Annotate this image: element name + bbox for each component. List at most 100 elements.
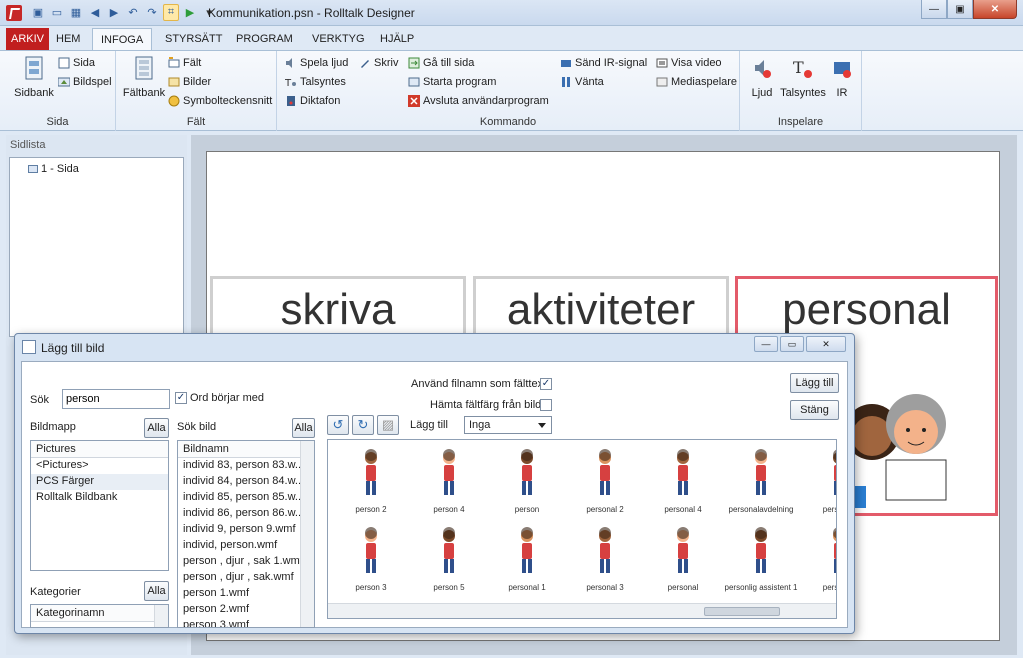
gallery-item[interactable]: personlig assistent 1 bbox=[722, 526, 800, 596]
ord-borjar-med-checkbox[interactable]: ✓ bbox=[175, 392, 187, 404]
list-item[interactable]: person 1.wmf bbox=[178, 586, 314, 602]
tab-infoga[interactable]: INFOGA bbox=[92, 28, 153, 50]
tab-verktyg[interactable]: VERKTYG bbox=[304, 28, 373, 50]
pictogram-image bbox=[599, 527, 611, 573]
ga-till-sida-button[interactable]: Gå till sida bbox=[408, 54, 474, 72]
window-title: Kommunikation.psn - Rolltalk Designer bbox=[208, 6, 415, 20]
falt-button[interactable]: Fält bbox=[168, 54, 201, 72]
starta-program-button[interactable]: Starta program bbox=[408, 73, 496, 91]
list-item[interactable]: individ 84, person 84.w... bbox=[178, 474, 314, 490]
tab-styrsatt[interactable]: STYRSÄTT bbox=[157, 28, 230, 50]
close-button[interactable]: ✕ bbox=[973, 0, 1017, 19]
kategorier-scrollbar[interactable] bbox=[154, 605, 168, 627]
dialog-close-button[interactable]: ✕ bbox=[806, 336, 846, 352]
gallery-scrollbar[interactable] bbox=[328, 603, 836, 618]
list-item[interactable]: Rolltalk Bildbank bbox=[31, 490, 168, 506]
rolltalk-logo-icon[interactable] bbox=[6, 5, 22, 21]
search-input[interactable] bbox=[62, 389, 170, 409]
lagg-till-select[interactable]: Inga bbox=[464, 416, 552, 434]
talsyntes-button[interactable]: T Talsyntes bbox=[285, 73, 346, 91]
faltbank-button[interactable]: Fältbank bbox=[120, 55, 168, 99]
diktafon-button[interactable]: Diktafon bbox=[285, 92, 340, 110]
avsluta-anvandarprogram-button[interactable]: Avsluta användarprogram bbox=[408, 92, 549, 110]
hamta-faltfarg-label: Hämta fältfärg från bild bbox=[430, 399, 542, 411]
rotate-right-icon[interactable]: ↻ bbox=[352, 415, 374, 435]
layout-icon[interactable]: ▦ bbox=[68, 4, 84, 21]
gallery-item[interactable]: personal 1 bbox=[488, 526, 566, 596]
save-icon[interactable]: ▣ bbox=[30, 4, 46, 21]
play-icon[interactable]: ▶ bbox=[182, 4, 198, 21]
gallery-item[interactable]: person 4 bbox=[410, 448, 488, 518]
minimize-button[interactable]: — bbox=[921, 0, 947, 19]
list-item[interactable]: person 2.wmf bbox=[178, 602, 314, 618]
spela-ljud-button[interactable]: Spela ljud bbox=[285, 54, 348, 72]
sidlist-item-page[interactable]: 1 - Sida bbox=[28, 163, 79, 175]
forward-icon[interactable]: ▶ bbox=[106, 4, 122, 21]
gallery-item[interactable]: personal 2 bbox=[566, 448, 644, 518]
gallery-scroll-thumb[interactable] bbox=[704, 607, 780, 616]
undo-icon[interactable]: ↶ bbox=[125, 4, 141, 21]
sidbank-button[interactable]: Sidbank bbox=[10, 55, 58, 99]
gallery-item[interactable]: person 3 bbox=[332, 526, 410, 596]
rotate-left-icon[interactable]: ↺ bbox=[327, 415, 349, 435]
gallery-item[interactable]: personal 3 bbox=[566, 526, 644, 596]
gallery-item[interactable]: personal 4 bbox=[644, 448, 722, 518]
sand-ir-signal-button[interactable]: Sänd IR-signal bbox=[560, 54, 647, 72]
kategorier-alla-button[interactable]: Alla bbox=[144, 581, 169, 601]
maximize-button[interactable]: ▣ bbox=[947, 0, 973, 19]
tab-program[interactable]: PROGRAM bbox=[228, 28, 301, 50]
list-item[interactable]: individ 83, person 83.w... bbox=[178, 458, 314, 474]
gallery-item[interactable]: personal bbox=[644, 526, 722, 596]
vanta-button[interactable]: Vänta bbox=[560, 73, 604, 91]
gallery-item[interactable]: personlig bbox=[800, 526, 836, 596]
media-player-icon bbox=[656, 77, 668, 87]
gallery-caption: person 5 bbox=[433, 583, 465, 592]
talsyntes-record-button[interactable]: T Talsyntes bbox=[778, 55, 828, 99]
anvand-filnamn-checkbox[interactable]: ✓ bbox=[540, 378, 552, 390]
hamta-faltfarg-checkbox[interactable] bbox=[540, 399, 552, 411]
gallery-caption: personal 3 bbox=[586, 583, 624, 592]
bildmapp-alla-button[interactable]: Alla bbox=[144, 418, 169, 438]
dialog-maximize-button[interactable]: ▭ bbox=[780, 336, 804, 352]
gallery-item[interactable]: person bbox=[488, 448, 566, 518]
sok-bild-alla-button[interactable]: Alla bbox=[292, 418, 315, 438]
gallery-item[interactable]: person 2 bbox=[332, 448, 410, 518]
gallery-item[interactable]: personlig bbox=[800, 448, 836, 518]
symbolteckensnitt-button[interactable]: Symbolteckensnitt bbox=[168, 92, 272, 110]
list-item[interactable]: individ 9, person 9.wmf bbox=[178, 522, 314, 538]
dialog-minimize-button[interactable]: — bbox=[754, 336, 778, 352]
list-item[interactable]: individ 85, person 85.w... bbox=[178, 490, 314, 506]
tab-hjalp[interactable]: HJÄLP bbox=[372, 28, 422, 50]
tab-hem[interactable]: HEM bbox=[48, 28, 88, 50]
list-item[interactable]: person , djur , sak.wmf bbox=[178, 570, 314, 586]
gallery-caption: personalavdelning bbox=[728, 505, 794, 514]
list-item[interactable]: person , djur , sak 1.wmf bbox=[178, 554, 314, 570]
mediaspelare-button[interactable]: Mediaspelare bbox=[656, 73, 737, 91]
list-item[interactable]: individ, person.wmf bbox=[178, 538, 314, 554]
redo-icon[interactable]: ↷ bbox=[144, 4, 160, 21]
gallery-caption: personlig assistent 1 bbox=[724, 583, 798, 592]
bildspel-button[interactable]: Bildspel bbox=[58, 73, 112, 91]
edit-mode-icon[interactable]: ⌗ bbox=[163, 4, 179, 21]
sida-button[interactable]: Sida bbox=[58, 54, 95, 72]
pictogram-image bbox=[833, 449, 836, 495]
bildnamn-scrollbar[interactable] bbox=[300, 441, 314, 627]
list-item[interactable]: PCS Färger bbox=[31, 474, 168, 490]
exit-icon bbox=[408, 95, 420, 107]
visa-video-button[interactable]: Visa video bbox=[656, 54, 722, 72]
open-folder-icon[interactable]: ▭ bbox=[49, 4, 65, 21]
list-item[interactable]: person 3.wmf bbox=[178, 618, 314, 627]
ir-record-button[interactable]: IR bbox=[822, 55, 862, 99]
bilder-button[interactable]: Bilder bbox=[168, 73, 211, 91]
list-item[interactable]: <Pictures> bbox=[31, 458, 168, 474]
pictogram-image bbox=[755, 449, 767, 495]
stang-button[interactable]: Stäng bbox=[790, 400, 839, 420]
tab-arkiv[interactable]: ARKIV bbox=[6, 28, 50, 50]
edit-image-icon[interactable]: ▨ bbox=[377, 415, 399, 435]
gallery-item[interactable]: person 5 bbox=[410, 526, 488, 596]
lagg-till-button[interactable]: Lägg till bbox=[790, 373, 839, 393]
back-icon[interactable]: ◀ bbox=[87, 4, 103, 21]
list-item[interactable]: individ 86, person 86.w... bbox=[178, 506, 314, 522]
skriv-button[interactable]: Skriv bbox=[359, 54, 398, 72]
gallery-item[interactable]: personalavdelning bbox=[722, 448, 800, 518]
